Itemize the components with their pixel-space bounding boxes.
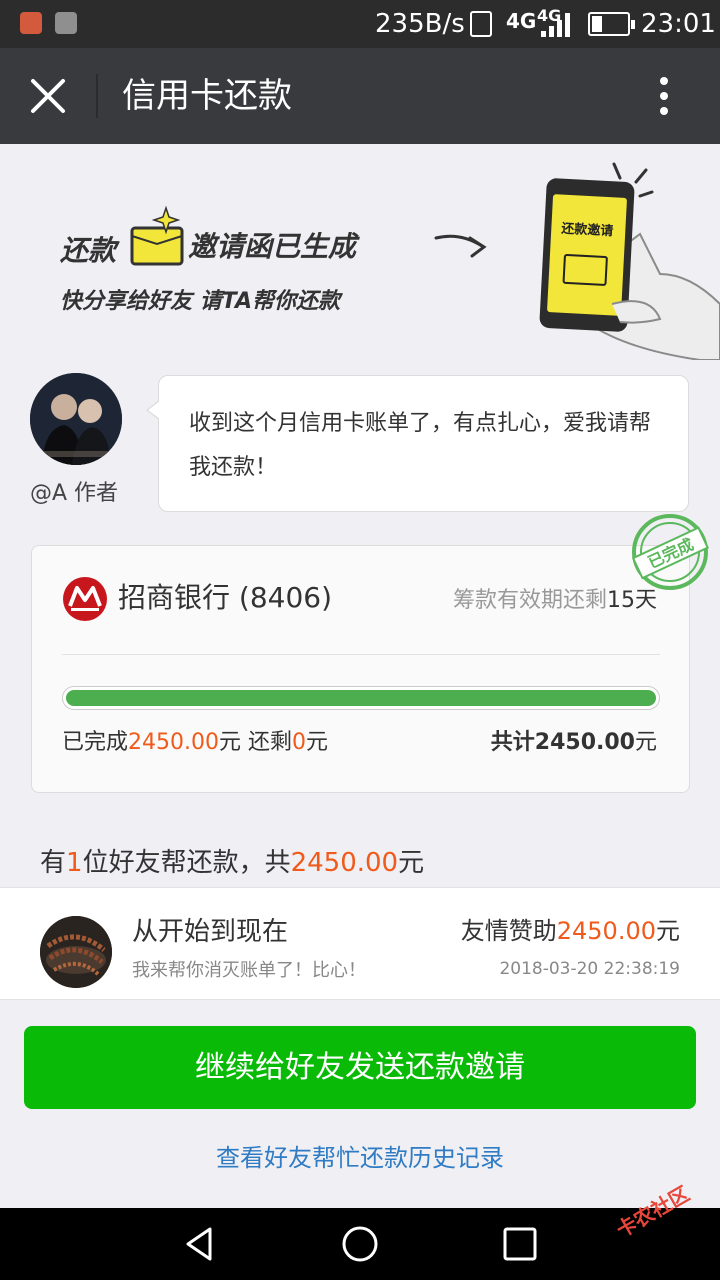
completed-amount: 2450.00 xyxy=(128,730,219,755)
page-title: 信用卡还款 xyxy=(122,76,292,116)
home-icon[interactable] xyxy=(340,1224,380,1264)
bank-name: 招商银行 (8406) xyxy=(118,581,333,614)
banner-text-repay: 还款 xyxy=(60,234,120,267)
clock: 23:01 xyxy=(641,9,716,39)
title-bar: 信用卡还款 xyxy=(0,48,720,144)
donor-time: 2018-03-20 22:38:19 xyxy=(499,959,680,979)
network-type-1: 4G xyxy=(506,9,537,33)
progress-fill xyxy=(66,690,656,706)
donor-amount-unit: 元 xyxy=(656,917,680,945)
completed-summary: 已完成2450.00元 还剩0元 xyxy=(62,726,328,760)
author-name: @A 作者 xyxy=(30,481,119,506)
friends-middle: 位好友帮还款，共 xyxy=(82,848,291,878)
donor-name: 从开始到现在 xyxy=(132,917,289,947)
completed-label: 已完成 xyxy=(62,730,129,755)
validity-label: 筹款有效期还剩 xyxy=(452,588,607,613)
back-icon[interactable] xyxy=(180,1224,220,1264)
validity-info: 筹款有效期还剩15天 xyxy=(453,586,657,616)
banner-text-generated: 邀请函已生成 xyxy=(188,230,360,263)
author-message: 收到这个月信用卡账单了，有点扎心，爱我请帮我还款！ xyxy=(189,411,652,480)
friends-amount: 2450.00 xyxy=(290,848,399,878)
vibrate-icon xyxy=(470,11,492,37)
repayment-card: 招商银行 (8406) 筹款有效期还剩15天 已完成2450.00元 还剩0元 … xyxy=(31,545,690,793)
card-divider xyxy=(62,654,660,655)
remaining-amount: 0 xyxy=(292,730,306,755)
donor-avatar[interactable] xyxy=(40,916,112,988)
total-amount: 共计2450.00 xyxy=(490,730,635,755)
donor-amount-label: 友情赞助 xyxy=(460,917,557,945)
completed-unit: 元 还剩 xyxy=(219,730,292,755)
cmb-bank-logo-icon xyxy=(63,577,107,621)
arrow-icon xyxy=(434,234,487,258)
close-icon[interactable] xyxy=(26,74,70,118)
friends-prefix: 有 xyxy=(40,848,67,878)
friends-summary: 有1位好友帮还款，共2450.00元 xyxy=(40,845,424,881)
friends-count: 1 xyxy=(66,848,83,878)
total-summary: 共计2450.00元 xyxy=(491,726,657,760)
banner-text-share: 快分享给好友 请TA帮你还款 xyxy=(60,288,344,314)
bubble-tail xyxy=(148,401,160,419)
envelope-icon xyxy=(130,205,184,266)
phone-text: 还款邀请 xyxy=(560,221,614,240)
mail-icon xyxy=(20,12,42,34)
net-speed: 235B/s xyxy=(375,9,465,39)
donor-amount: 友情赞助2450.00元 xyxy=(461,914,680,948)
author-message-bubble: 收到这个月信用卡账单了，有点扎心，爱我请帮我还款！ xyxy=(158,375,689,512)
status-bar: 235B/s 4G 4G 23:01 xyxy=(0,0,720,48)
more-vertical-icon[interactable] xyxy=(652,74,676,118)
nav-divider xyxy=(96,74,98,118)
signal-icon xyxy=(541,13,573,37)
donor-amount-value: 2450.00 xyxy=(556,917,656,945)
friends-suffix: 元 xyxy=(398,848,425,878)
image-icon xyxy=(55,12,77,34)
completed-stamp: 已完成 xyxy=(631,514,710,590)
progress-bar xyxy=(62,686,660,710)
donor-list-item[interactable]: 从开始到现在 我来帮你消灭账单了！比心！ 友情赞助2450.00元 2018-0… xyxy=(0,887,720,1000)
hand-phone-illustration: 还款邀请 xyxy=(539,162,720,360)
invitation-banner: 还款 邀请函已生成 快分享给好友 请TA帮你还款 还款邀请 xyxy=(60,162,720,360)
total-unit: 元 xyxy=(634,730,657,755)
remaining-unit: 元 xyxy=(306,730,329,755)
history-link[interactable]: 查看好友帮忙还款历史记录 xyxy=(0,1140,720,1176)
author-avatar[interactable] xyxy=(30,373,122,465)
recent-apps-icon[interactable] xyxy=(500,1224,540,1264)
battery-icon xyxy=(588,12,635,36)
send-invitation-button[interactable]: 继续给好友发送还款邀请 xyxy=(24,1026,696,1109)
donor-message: 我来帮你消灭账单了！比心！ xyxy=(132,960,366,981)
